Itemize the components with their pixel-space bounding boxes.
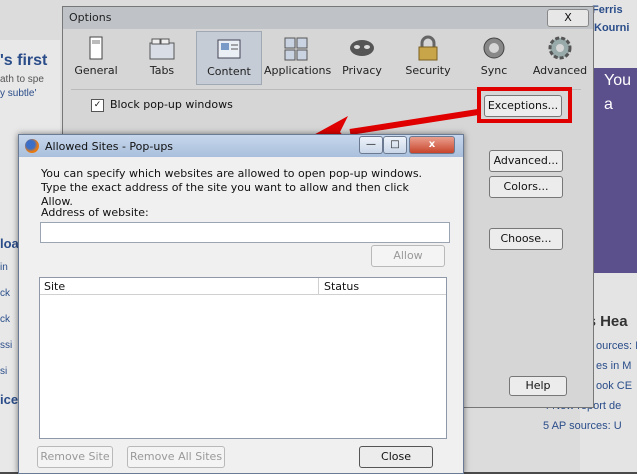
background-news-item: 5 AP sources: U	[543, 420, 622, 432]
remove-site-button[interactable]: Remove Site	[37, 446, 113, 468]
exceptions-highlight-box	[477, 87, 572, 123]
tab-label: Applications	[264, 64, 332, 77]
background-ad-banner	[590, 68, 637, 273]
block-popups-checkbox[interactable]: ✓	[91, 98, 104, 112]
close-button[interactable]: Close	[359, 446, 433, 468]
choose-language-button[interactable]: Choose...	[489, 228, 563, 250]
tab-label: Tabs	[149, 64, 175, 77]
general-icon	[89, 36, 103, 60]
tab-sync[interactable]: Sync	[462, 31, 526, 85]
security-lock-icon	[418, 35, 438, 61]
applications-icon	[284, 37, 308, 61]
background-snippet: ath to spe	[0, 74, 44, 85]
block-popups-label: Block pop-up windows	[110, 98, 233, 111]
allowed-sites-description: You can specify which websites are allow…	[41, 167, 423, 208]
minimize-button[interactable]: —	[359, 136, 383, 154]
background-left-text: ice	[0, 392, 19, 407]
background-news-item: ources: I	[596, 340, 637, 352]
background-headline: 's first	[0, 52, 48, 69]
tab-label: Sync	[480, 64, 508, 77]
background-right-text: Kourni	[594, 22, 630, 34]
window-close-button[interactable]: x	[409, 136, 455, 154]
sync-icon	[483, 37, 505, 59]
options-title: Options	[69, 11, 112, 24]
address-input[interactable]	[40, 222, 450, 243]
colors-button[interactable]: Colors...	[489, 176, 563, 198]
background-ad-text: You	[604, 72, 631, 89]
column-divider[interactable]	[318, 278, 319, 294]
options-close-button[interactable]: X	[547, 9, 589, 27]
background-left-text: ck	[0, 314, 10, 325]
tab-general[interactable]: General	[64, 31, 128, 85]
advanced-fonts-button[interactable]: Advanced...	[489, 150, 563, 172]
background-right-text: Ferris	[592, 4, 623, 16]
tabs-icon	[149, 38, 175, 60]
allowed-sites-titlebar: Allowed Sites - Pop-ups — □ x	[19, 135, 463, 157]
sites-list-header: Site Status	[40, 278, 446, 295]
background-left-text: ssi	[0, 340, 13, 351]
tab-label: General	[74, 64, 118, 77]
tab-label: Advanced	[532, 64, 588, 77]
background-news-item: ook CE	[596, 380, 633, 392]
sites-list[interactable]: Site Status	[39, 277, 447, 439]
privacy-mask-icon	[350, 40, 374, 56]
tab-label: Content	[207, 65, 251, 78]
column-header-status[interactable]: Status	[324, 280, 359, 293]
tab-security[interactable]: Security	[396, 31, 460, 85]
content-icon	[217, 39, 241, 59]
firefox-icon	[25, 139, 39, 153]
options-toolbar: General Tabs Content Applications Privacy Sec…	[63, 31, 593, 85]
background-snippet: y subtle'	[0, 88, 37, 99]
help-button[interactable]: Help	[509, 376, 567, 396]
address-label: Address of website:	[41, 206, 149, 219]
allowed-sites-title: Allowed Sites - Pop-ups	[45, 140, 174, 153]
background-left-text: loa	[0, 236, 19, 251]
maximize-button[interactable]: □	[383, 136, 407, 154]
column-header-site[interactable]: Site	[44, 280, 65, 293]
block-popups-row[interactable]: ✓ Block pop-up windows	[91, 98, 233, 112]
background-left-text: ck	[0, 288, 10, 299]
background-ad-text: a	[604, 96, 613, 113]
tab-advanced[interactable]: Advanced	[528, 31, 592, 85]
allowed-sites-dialog: Allowed Sites - Pop-ups — □ x You can sp…	[18, 134, 464, 474]
tab-content[interactable]: Content	[196, 31, 262, 85]
tab-privacy[interactable]: Privacy	[330, 31, 394, 85]
background-left-text: si	[0, 366, 8, 377]
tab-tabs[interactable]: Tabs	[130, 31, 194, 85]
tab-label: Security	[405, 64, 451, 77]
tab-applications[interactable]: Applications	[264, 31, 332, 85]
background-news-item: es in M	[596, 360, 632, 372]
remove-all-sites-button[interactable]: Remove All Sites	[127, 446, 225, 468]
tab-label: Privacy	[342, 64, 382, 77]
background-left-text: in	[0, 262, 8, 273]
options-titlebar: Options X	[63, 7, 593, 29]
advanced-gear-icon	[548, 36, 572, 60]
allow-button[interactable]: Allow	[371, 245, 445, 267]
